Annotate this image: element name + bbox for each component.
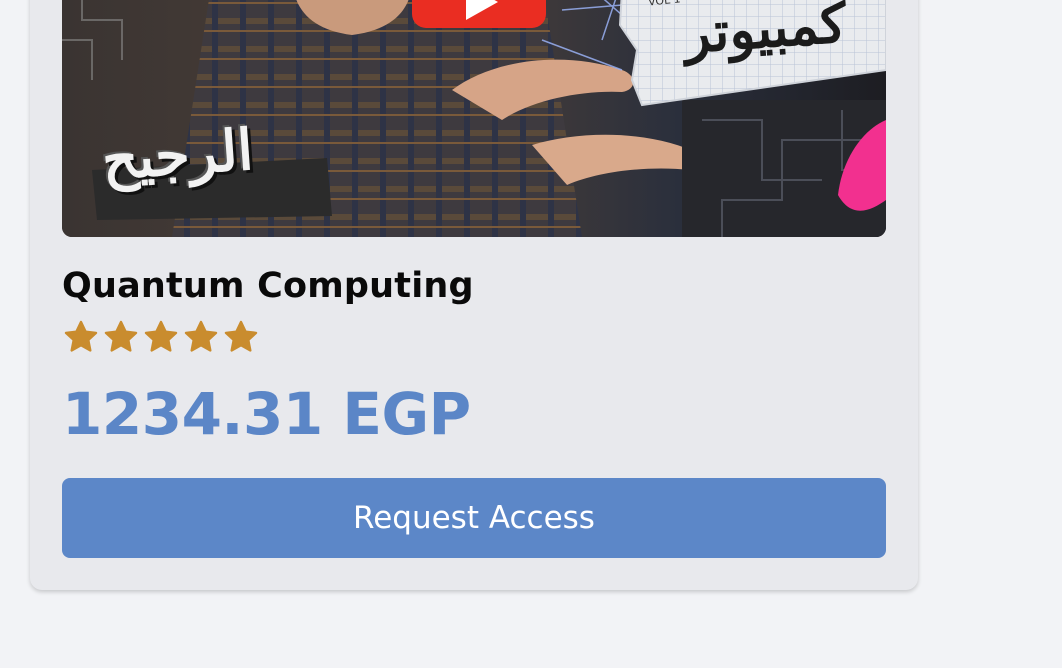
course-title: Quantum Computing: [62, 266, 474, 306]
course-card: الرجيح كمبيوتر VOL 1 Quantum Computing 1…: [30, 0, 918, 590]
youtube-play-button[interactable]: [412, 0, 546, 28]
star-icon: [104, 320, 138, 352]
star-icon: [224, 320, 258, 352]
thumbnail-title-right: كمبيوتر: [681, 0, 849, 66]
course-thumbnail[interactable]: الرجيح كمبيوتر VOL 1: [62, 0, 886, 237]
thumbnail-title-left: الرجيح: [99, 116, 256, 194]
play-icon: [466, 0, 498, 20]
rating-stars: [62, 318, 260, 358]
star-icon: [64, 320, 98, 352]
request-access-button[interactable]: Request Access: [62, 478, 886, 558]
star-icon: [144, 320, 178, 352]
course-price: 1234.31 EGP: [62, 380, 471, 448]
star-icon: [184, 320, 218, 352]
